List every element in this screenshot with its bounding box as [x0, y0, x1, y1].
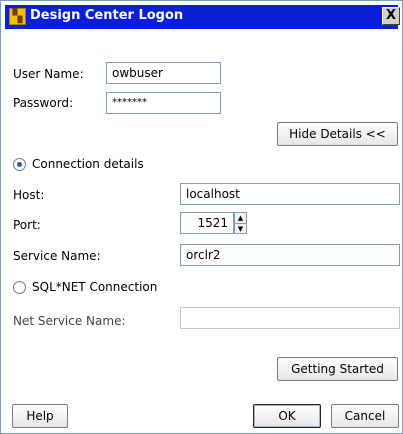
ok-button[interactable]: OK — [253, 404, 321, 428]
service-name-label: Service Name: — [13, 249, 101, 263]
password-label: Password: — [13, 96, 74, 110]
close-button[interactable]: X — [382, 7, 400, 25]
net-service-name-input[interactable] — [180, 307, 400, 329]
title-bar[interactable]: ▚ Design Center Logon X — [5, 5, 400, 29]
user-name-label: User Name: — [13, 67, 84, 81]
app-icon: ▚ — [9, 8, 26, 25]
spin-up-icon[interactable]: ▲ — [235, 213, 246, 224]
service-name-input[interactable]: orclr2 — [180, 244, 400, 266]
host-input[interactable]: localhost — [180, 183, 400, 205]
cancel-button[interactable]: Cancel — [331, 404, 399, 428]
port-label: Port: — [13, 218, 41, 232]
getting-started-button[interactable]: Getting Started — [277, 357, 398, 381]
sqlnet-connection-label: SQL*NET Connection — [32, 280, 158, 294]
user-name-input[interactable]: owbuser — [106, 62, 221, 84]
password-input[interactable]: ******* — [106, 92, 221, 114]
host-label: Host: — [13, 188, 45, 202]
hide-details-button[interactable]: Hide Details << — [277, 122, 398, 146]
logon-dialog: ▚ Design Center Logon X User Name: owbus… — [0, 0, 403, 434]
help-button[interactable]: Help — [12, 404, 68, 428]
spin-down-icon[interactable]: ▼ — [235, 224, 246, 234]
sqlnet-connection-radio[interactable] — [13, 281, 26, 294]
net-service-name-label: Net Service Name: — [13, 314, 126, 328]
window-title: Design Center Logon — [30, 8, 184, 23]
connection-details-radio[interactable] — [13, 158, 26, 171]
port-input[interactable]: 1521 — [180, 212, 234, 234]
port-stepper[interactable]: ▲ ▼ — [234, 212, 247, 234]
connection-details-label: Connection details — [32, 157, 144, 171]
